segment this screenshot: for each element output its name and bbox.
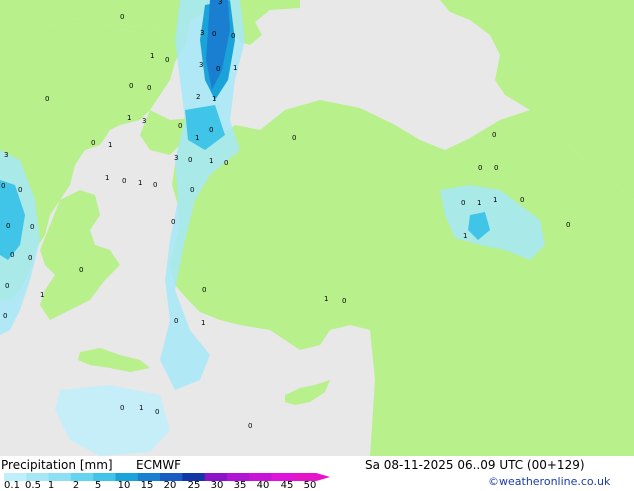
legend-tick-label: 1 [47, 480, 55, 491]
precip-value: 0 [165, 56, 169, 64]
precip-value: 0 [212, 30, 216, 38]
precip-value: 3 [142, 117, 146, 125]
precip-value: 1 [139, 404, 143, 412]
precip-value: 0 [153, 181, 157, 189]
precip-value: 0 [30, 223, 34, 231]
precip-value: 0 [3, 312, 7, 320]
precip-value: 0 [79, 266, 83, 274]
precip-value: 1 [493, 196, 497, 204]
legend-tick-label: 20 [163, 480, 177, 491]
legend-tick-label: 2 [72, 480, 80, 491]
precip-value: 0 [174, 317, 178, 325]
precip-value: 0 [6, 222, 10, 230]
precip-value: 0 [492, 131, 496, 139]
precip-value: 0 [122, 177, 126, 185]
legend-tick-label: 30 [210, 480, 224, 491]
precip-value: 3 [200, 29, 204, 37]
precip-value: 1 [463, 232, 467, 240]
precip-value: 0 [120, 404, 124, 412]
precip-value: 0 [292, 134, 296, 142]
legend-tick-label: 0.1 [4, 480, 20, 491]
precip-value: 0 [28, 254, 32, 262]
precip-value: 0 [224, 159, 228, 167]
precip-value: 0 [202, 286, 206, 294]
precip-value: 1 [40, 291, 44, 299]
precip-value: 0 [147, 84, 151, 92]
precip-value: 1 [105, 174, 109, 182]
legend-tick-label: 10 [117, 480, 131, 491]
precip-value: 0 [342, 297, 346, 305]
precip-value: 0 [248, 422, 252, 430]
precip-value: 0 [120, 13, 124, 21]
precip-value: 1 [127, 114, 131, 122]
precip-value: 0 [478, 164, 482, 172]
precip-value: 1 [108, 141, 112, 149]
precipitation-map[interactable]: 3030010301001201300101330100000101000001… [0, 0, 634, 456]
legend-tick-label: 35 [233, 480, 247, 491]
precip-value: 1 [209, 157, 213, 165]
precip-value: 0 [91, 139, 95, 147]
precip-value: 1 [138, 179, 142, 187]
legend-tick-label: 0.5 [25, 480, 41, 491]
precip-value: 0 [45, 95, 49, 103]
precip-value: 0 [171, 218, 175, 226]
precip-value: 1 [233, 64, 237, 72]
precip-value: 0 [188, 156, 192, 164]
precip-value: 3 [174, 154, 178, 162]
model-label: ECMWF [136, 458, 182, 472]
precip-value: 0 [178, 122, 182, 130]
footer-bar: Precipitation [mm] ECMWF Sa 08-11-2025 0… [0, 456, 634, 491]
legend-tick-label: 45 [280, 480, 294, 491]
precip-value: 0 [231, 32, 235, 40]
precip-value: 0 [461, 199, 465, 207]
precip-value: 0 [190, 186, 194, 194]
precip-value: 0 [155, 408, 159, 416]
precip-value: 0 [129, 82, 133, 90]
map-canvas: 303 001 03 0 10 01201 30 010 13 3 0 1 000 001 0 1 00 0 001… [0, 0, 634, 456]
valid-time-label: Sa 08-11-2025 06..09 UTC (00+129) [365, 458, 585, 472]
legend-tick-label: 15 [140, 480, 154, 491]
precip-value: 3 [199, 61, 203, 69]
precip-value: 0 [209, 126, 213, 134]
precip-value: 0 [18, 186, 22, 194]
precip-value: 1 [150, 52, 154, 60]
title-label: Precipitation [mm] [1, 458, 113, 472]
precip-value: 3 [218, 0, 222, 6]
credit-label: ©weatheronline.co.uk [488, 475, 611, 488]
legend-tick-label: 5 [94, 480, 102, 491]
precip-value: 0 [216, 65, 220, 73]
precip-value: 0 [5, 282, 9, 290]
legend-arrow [316, 473, 331, 481]
legend-tick-label: 50 [303, 480, 317, 491]
legend-tick-label: 25 [187, 480, 201, 491]
precip-value: 1 [477, 199, 481, 207]
precip-value: 1 [324, 295, 328, 303]
legend-tick-label: 40 [256, 480, 270, 491]
precip-value: 2 [196, 93, 200, 101]
precip-value: 1 [201, 319, 205, 327]
precip-value: 1 [212, 95, 216, 103]
precip-value: 0 [10, 251, 14, 259]
precip-value: 0 [494, 164, 498, 172]
precip-value: 0 [520, 196, 524, 204]
precip-value: 1 [195, 134, 199, 142]
precip-value: 0 [1, 182, 5, 190]
precip-value: 0 [566, 221, 570, 229]
precip-value: 3 [4, 151, 8, 159]
